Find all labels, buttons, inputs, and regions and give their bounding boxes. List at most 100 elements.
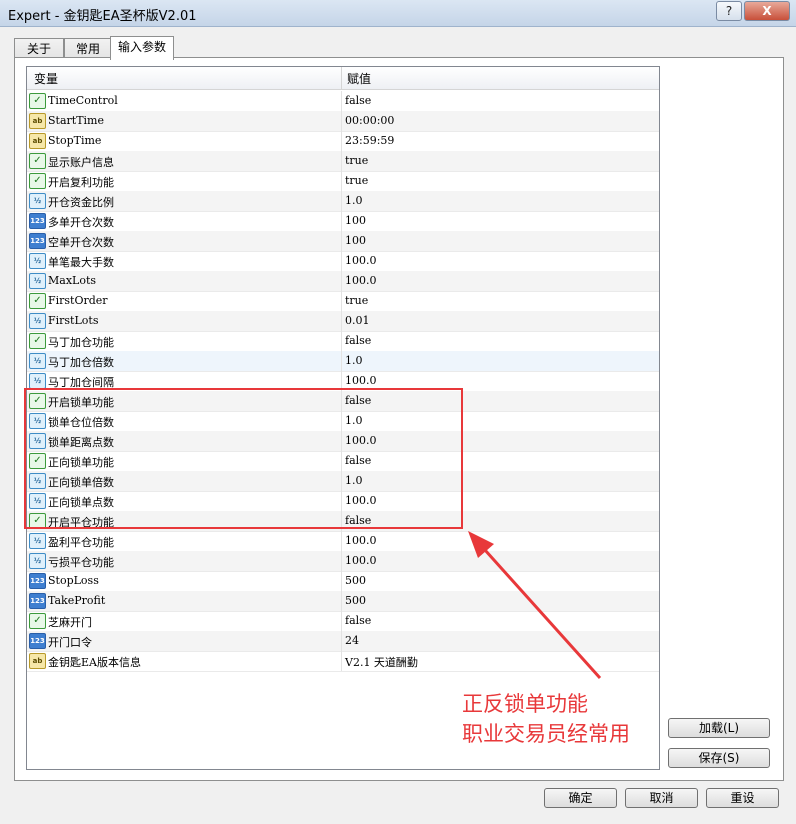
title-bar: Expert - 金钥匙EA圣杯版V2.01 ? X: [0, 0, 796, 27]
parameter-row[interactable]: ✓ FirstOrder true: [27, 291, 659, 312]
parameter-value[interactable]: false: [345, 334, 371, 347]
parameter-name: 正向锁单功能: [48, 456, 114, 469]
parameter-row[interactable]: ✓ 芝麻开门 false: [27, 611, 659, 632]
parameter-value[interactable]: 100: [345, 234, 366, 247]
parameter-row[interactable]: ab StopTime 23:59:59: [27, 131, 659, 152]
parameter-name: 开门口令: [48, 636, 92, 649]
checkmark-icon: ✓: [29, 153, 46, 169]
checkmark-icon: ✓: [29, 453, 46, 469]
parameter-row[interactable]: ½ 正向锁单倍数 1.0: [27, 471, 659, 492]
parameter-name: 盈利平仓功能: [48, 536, 114, 549]
parameter-row[interactable]: ½ 亏损平仓功能 100.0: [27, 551, 659, 572]
window-title: Expert - 金钥匙EA圣杯版V2.01: [8, 9, 197, 24]
parameter-row[interactable]: ½ FirstLots 0.01: [27, 311, 659, 332]
123-icon: 123: [29, 633, 46, 649]
parameter-value[interactable]: 500: [345, 574, 366, 587]
header-variable[interactable]: 变量: [34, 70, 58, 87]
parameter-row[interactable]: ✓ 马丁加仓功能 false: [27, 331, 659, 352]
parameter-row[interactable]: ½ 锁单距离点数 100.0: [27, 431, 659, 452]
header-value[interactable]: 赋值: [347, 70, 371, 87]
parameter-grid[interactable]: 变量 赋值 ✓ TimeControl false ab StartTime 00:00:…: [26, 66, 660, 770]
parameter-row[interactable]: ✓ 正向锁单功能 false: [27, 451, 659, 472]
column-divider: [341, 551, 342, 571]
ab-icon: ab: [29, 133, 46, 149]
parameter-value[interactable]: 1.0: [345, 354, 363, 367]
parameter-value[interactable]: 1.0: [345, 414, 363, 427]
parameter-value[interactable]: 100.0: [345, 374, 377, 387]
parameter-value[interactable]: 100.0: [345, 554, 377, 567]
parameter-row[interactable]: ✓ 开启平仓功能 false: [27, 511, 659, 532]
parameter-value[interactable]: 00:00:00: [345, 114, 394, 127]
parameter-value[interactable]: 100.0: [345, 534, 377, 547]
parameter-value[interactable]: 0.01: [345, 314, 370, 327]
parameter-value[interactable]: true: [345, 294, 368, 307]
parameter-row[interactable]: ½ 开仓资金比例 1.0: [27, 191, 659, 212]
parameter-row[interactable]: ab 金钥匙EA版本信息 V2.1 天道酬勤: [27, 651, 659, 672]
half-icon: ½: [29, 373, 46, 389]
tab-common[interactable]: 常用: [64, 38, 112, 59]
parameter-value[interactable]: 100.0: [345, 274, 377, 287]
load-button[interactable]: 加载(L): [668, 718, 770, 738]
parameter-value[interactable]: 100: [345, 214, 366, 227]
parameter-name: FirstLots: [48, 314, 99, 327]
parameter-row[interactable]: ✓ 开启复利功能 true: [27, 171, 659, 192]
half-icon: ½: [29, 193, 46, 209]
header-divider[interactable]: [341, 67, 342, 89]
column-divider: [341, 411, 342, 431]
parameter-value[interactable]: false: [345, 614, 371, 627]
parameter-row[interactable]: 123 TakeProfit 500: [27, 591, 659, 612]
parameter-value[interactable]: 100.0: [345, 494, 377, 507]
parameter-row[interactable]: ab StartTime 00:00:00: [27, 111, 659, 132]
parameter-row[interactable]: ½ 马丁加仓间隔 100.0: [27, 371, 659, 392]
parameter-value[interactable]: 100.0: [345, 254, 377, 267]
parameter-value[interactable]: true: [345, 174, 368, 187]
parameter-row[interactable]: 123 多单开仓次数 100: [27, 211, 659, 232]
parameter-row[interactable]: 123 空单开仓次数 100: [27, 231, 659, 252]
close-button[interactable]: X: [744, 1, 790, 21]
parameter-name: 马丁加仓间隔: [48, 376, 114, 389]
parameter-value[interactable]: false: [345, 394, 371, 407]
ok-button[interactable]: 确定: [544, 788, 617, 808]
parameter-row[interactable]: ✓ TimeControl false: [27, 91, 659, 112]
half-icon: ½: [29, 433, 46, 449]
parameter-value[interactable]: true: [345, 154, 368, 167]
tab-inputs[interactable]: 输入参数: [110, 36, 174, 60]
half-icon: ½: [29, 273, 46, 289]
parameter-value[interactable]: false: [345, 514, 371, 527]
parameter-value[interactable]: V2.1 天道酬勤: [345, 654, 418, 670]
parameter-value[interactable]: 100.0: [345, 434, 377, 447]
tab-about[interactable]: 关于: [14, 38, 64, 59]
column-divider: [341, 291, 342, 311]
parameter-row[interactable]: ✓ 显示账户信息 true: [27, 151, 659, 172]
parameter-row[interactable]: ½ 单笔最大手数 100.0: [27, 251, 659, 272]
parameter-row[interactable]: ½ 锁单仓位倍数 1.0: [27, 411, 659, 432]
parameter-row[interactable]: ½ 盈利平仓功能 100.0: [27, 531, 659, 552]
half-icon: ½: [29, 473, 46, 489]
parameter-value[interactable]: 23:59:59: [345, 134, 394, 147]
parameter-row[interactable]: 123 StopLoss 500: [27, 571, 659, 592]
column-divider: [341, 171, 342, 191]
parameter-value[interactable]: 500: [345, 594, 366, 607]
column-divider: [341, 651, 342, 671]
parameter-row[interactable]: ✓ 开启锁单功能 false: [27, 391, 659, 412]
parameter-row[interactable]: 123 开门口令 24: [27, 631, 659, 652]
parameter-value[interactable]: 24: [345, 634, 359, 647]
parameter-name: 锁单距离点数: [48, 436, 114, 449]
parameter-value[interactable]: 1.0: [345, 474, 363, 487]
parameter-name: 锁单仓位倍数: [48, 416, 114, 429]
parameter-row[interactable]: ½ 马丁加仓倍数 1.0: [27, 351, 659, 372]
parameter-value[interactable]: 1.0: [345, 194, 363, 207]
cancel-button[interactable]: 取消: [625, 788, 698, 808]
column-divider: [341, 571, 342, 591]
parameter-value[interactable]: false: [345, 454, 371, 467]
parameter-row[interactable]: ½ MaxLots 100.0: [27, 271, 659, 292]
ab-icon: ab: [29, 113, 46, 129]
parameter-name: 开启锁单功能: [48, 396, 114, 409]
reset-button[interactable]: 重设: [706, 788, 779, 808]
parameter-value[interactable]: false: [345, 94, 371, 107]
half-icon: ½: [29, 493, 46, 509]
save-button[interactable]: 保存(S): [668, 748, 770, 768]
grid-header: 变量 赋值: [27, 67, 659, 90]
help-button[interactable]: ?: [716, 1, 742, 21]
parameter-row[interactable]: ½ 正向锁单点数 100.0: [27, 491, 659, 512]
